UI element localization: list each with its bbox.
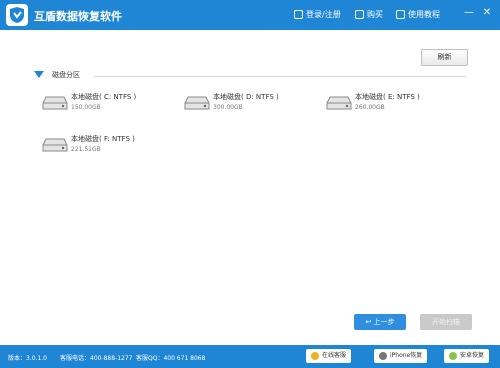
buy-link[interactable]: 购买 — [355, 9, 383, 20]
tutorial-label: 使用教程 — [408, 10, 440, 19]
drive-item-d[interactable]: 本地磁盘( D: NTFS ) 300.00GB — [184, 92, 304, 116]
android-recovery-label: 安卓恢复 — [460, 352, 485, 359]
buy-label: 购买 — [367, 10, 383, 19]
back-button[interactable]: ↩ 上一步 — [354, 314, 406, 330]
section-title: 磁盘分区 — [52, 71, 80, 79]
title-bar: 互盾数据恢复软件 登录/注册 购买 使用教程 — ✕ — [0, 0, 500, 30]
drive-item-c[interactable]: 本地磁盘( C: NTFS ) 150.00GB — [42, 92, 162, 116]
drive-size: 150.00GB — [71, 104, 101, 111]
online-service-label: 在线客服 — [322, 352, 347, 359]
app-logo-icon — [6, 4, 28, 26]
drive-size: 260.00GB — [355, 104, 385, 111]
app-title: 互盾数据恢复软件 — [34, 10, 122, 23]
tutorial-link[interactable]: 使用教程 — [396, 9, 440, 20]
collapse-triangle-icon[interactable] — [34, 71, 44, 78]
hard-drive-icon — [184, 96, 210, 110]
login-register-link[interactable]: 登录/注册 — [294, 9, 341, 20]
hard-drive-icon — [326, 96, 352, 110]
minimize-button[interactable]: — — [462, 6, 476, 20]
book-icon — [396, 10, 405, 19]
drive-size: 300.00GB — [213, 104, 243, 111]
login-register-label: 登录/注册 — [306, 10, 341, 19]
drive-name: 本地磁盘( C: NTFS ) — [71, 93, 137, 101]
drive-size: 221.51GB — [71, 146, 101, 153]
cart-icon — [355, 10, 364, 19]
phone-text: 客服电话：400-888-1277 — [60, 355, 133, 362]
drive-item-e[interactable]: 本地磁盘( E: NTFS ) 260.00GB — [326, 92, 446, 116]
back-arrow-icon: ↩ — [365, 318, 372, 326]
close-button[interactable]: ✕ — [480, 6, 494, 20]
hard-drive-icon — [42, 138, 68, 152]
start-scan-button: 开始扫描 — [420, 314, 472, 330]
minimize-icon: — — [464, 7, 474, 18]
android-recovery-button[interactable]: 安卓恢复 — [444, 349, 490, 363]
apple-icon — [379, 352, 387, 360]
refresh-button[interactable]: 刷新 — [421, 49, 468, 66]
section-header: 磁盘分区 — [34, 70, 466, 82]
chat-icon — [311, 352, 319, 360]
drive-name: 本地磁盘( F: NTFS ) — [71, 135, 135, 143]
drive-name: 本地磁盘( E: NTFS ) — [355, 93, 420, 101]
close-icon: ✕ — [482, 7, 492, 18]
version-text: 版本：3.0.1.0 — [8, 355, 47, 362]
iphone-recovery-label: iPhone恢复 — [390, 352, 423, 359]
user-icon — [294, 10, 303, 19]
back-button-label: 上一步 — [373, 318, 395, 326]
android-icon — [449, 352, 457, 360]
drive-item-f[interactable]: 本地磁盘( F: NTFS ) 221.51GB — [42, 134, 162, 158]
status-bar: 版本：3.0.1.0 客服电话：400-888-1277 客服QQ：400 67… — [0, 345, 500, 368]
hard-drive-icon — [42, 96, 68, 110]
online-service-button[interactable]: 在线客服 — [306, 349, 352, 363]
section-divider — [94, 76, 466, 77]
qq-text: 客服QQ：400 671 8068 — [136, 355, 206, 362]
main-panel: 刷新 磁盘分区 本地磁盘( C: NTFS ) 150.00GB 本地磁盘( D… — [0, 30, 500, 345]
drive-name: 本地磁盘( D: NTFS ) — [213, 93, 279, 101]
iphone-recovery-button[interactable]: iPhone恢复 — [374, 349, 428, 363]
